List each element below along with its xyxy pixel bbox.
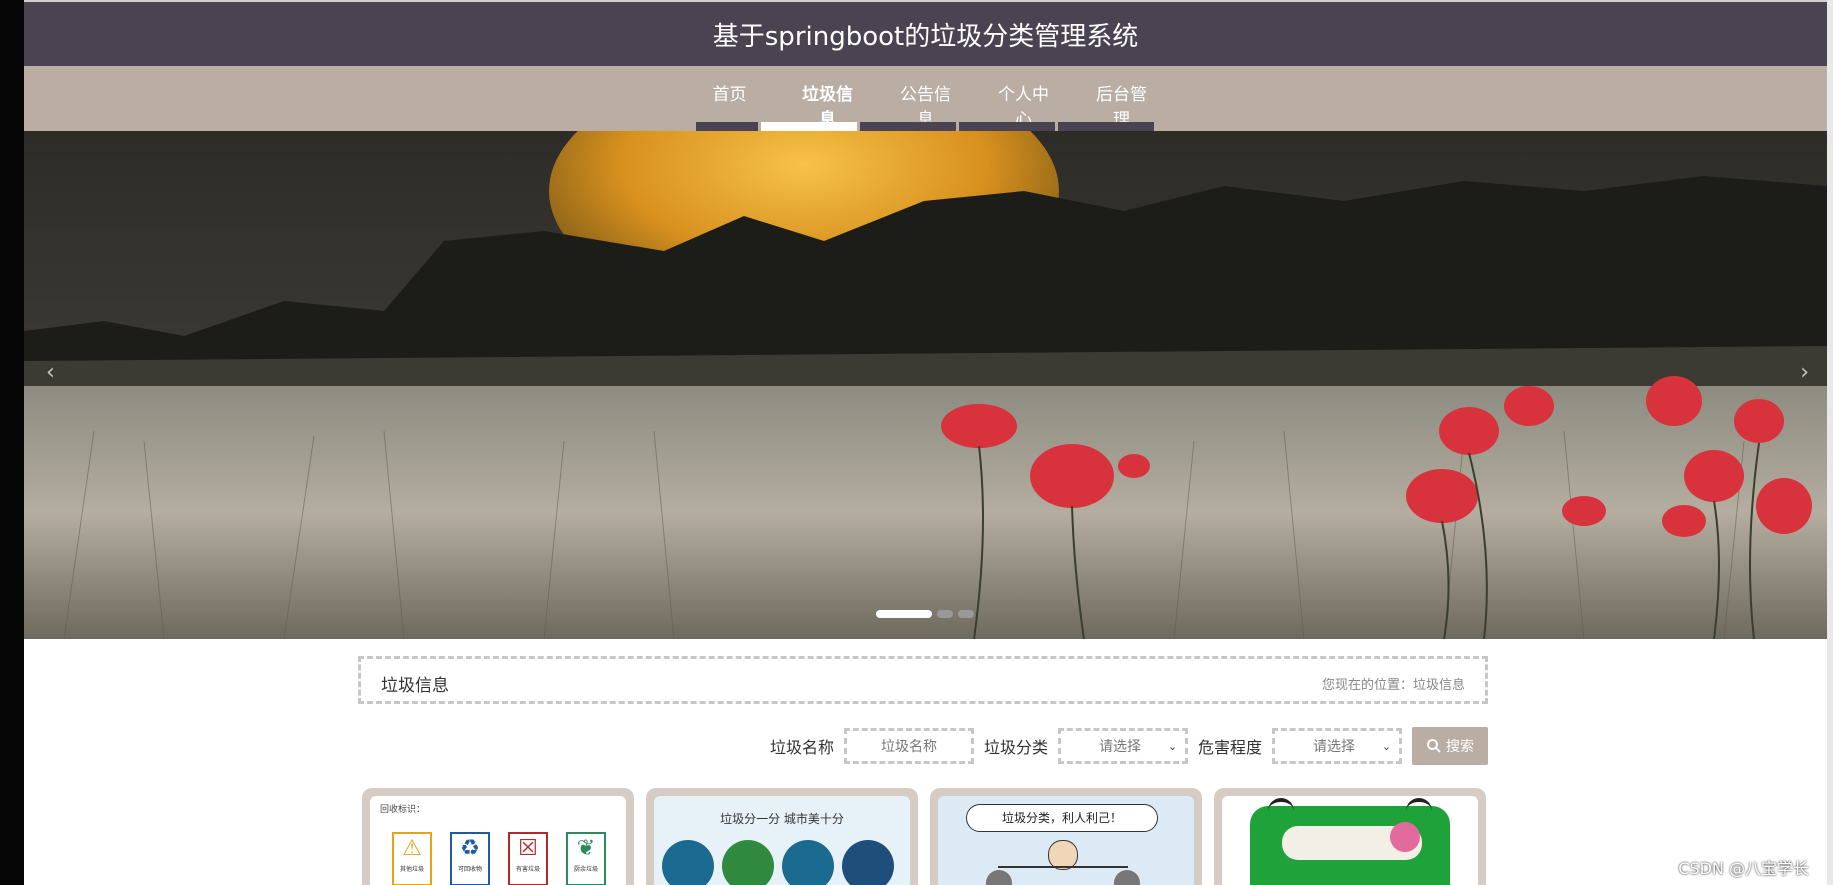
garbage-card[interactable] (1214, 788, 1486, 885)
name-input[interactable]: 垃圾名称 (844, 728, 975, 764)
chevron-down-icon: ⌄ (1381, 739, 1392, 753)
carousel-dot-3[interactable] (958, 610, 974, 618)
garbage-card-list: 回收标识： ⚠ 其他垃圾 ♻ 可回收物 ☒ 有害垃圾 ❦ 厨余垃圾 垃圾分一分 … (362, 788, 1486, 885)
recycle-sign-recyclable: ♻ 可回收物 (450, 832, 490, 885)
recycle-sign-other: ⚠ 其他垃圾 (392, 832, 432, 885)
garbage-card[interactable]: 垃圾分类，利人利己！ (930, 788, 1202, 885)
name-label: 垃圾名称 (770, 738, 835, 757)
recycle-sign-hazardous: ☒ 有害垃圾 (508, 832, 548, 885)
garbage-card-image: 回收标识： ⚠ 其他垃圾 ♻ 可回收物 ☒ 有害垃圾 ❦ 厨余垃圾 (370, 796, 626, 885)
page-title: 垃圾信息 (381, 676, 449, 696)
carousel[interactable] (24, 131, 1827, 639)
garbage-card-image: 垃圾分一分 城市美十分 (654, 796, 910, 885)
scrollbar[interactable] (1827, 0, 1833, 885)
breadcrumb: 您现在的位置：垃圾信息 (1321, 678, 1465, 693)
breadcrumb-bar: 垃圾信息 您现在的位置：垃圾信息 (358, 656, 1488, 704)
garbage-card[interactable]: 垃圾分一分 城市美十分 (646, 788, 918, 885)
carousel-prev-arrow[interactable]: ‹ (46, 360, 55, 385)
carousel-image (24, 131, 1827, 639)
search-button-label: 搜索 (1446, 739, 1475, 755)
card-slogan: 垃圾分一分 城市美十分 (720, 812, 844, 826)
category-label: 垃圾分类 (984, 738, 1049, 757)
garbage-card[interactable]: 回收标识： ⚠ 其他垃圾 ♻ 可回收物 ☒ 有害垃圾 ❦ 厨余垃圾 (362, 788, 634, 885)
garbage-card-image: 垃圾分类，利人利己！ (938, 796, 1194, 885)
watermark: CSDN @八宝学长 (1678, 859, 1809, 878)
nav-indicator-home (696, 122, 758, 131)
recycle-sign-kitchen: ❦ 厨余垃圾 (566, 832, 606, 885)
carousel-next-arrow[interactable]: › (1800, 360, 1809, 385)
hazard-select[interactable]: 请选择 ⌄ (1272, 728, 1403, 764)
page: 基于springboot的垃圾分类管理系统 首页 垃圾信息 公告信息 个人中心 … (24, 0, 1827, 885)
nav-indicator (696, 122, 1154, 131)
site-title: 基于springboot的垃圾分类管理系统 (712, 22, 1139, 52)
hazard-select-value: 请选择 (1313, 739, 1356, 755)
card-slogan: 垃圾分类，利人利己！ (966, 804, 1158, 832)
hazard-label: 危害程度 (1198, 738, 1263, 757)
category-select-value: 请选择 (1099, 739, 1142, 755)
carousel-dot-1[interactable] (876, 610, 932, 618)
search-button[interactable]: 搜索 (1412, 727, 1489, 765)
garbage-card-image (1222, 796, 1478, 885)
search-icon (1427, 739, 1441, 753)
nav-indicator-personal-center (959, 122, 1055, 131)
search-form: 垃圾名称 垃圾名称 垃圾分类 请选择 ⌄ 危害程度 请选择 ⌄ 搜索 (770, 727, 1489, 765)
carousel-dot-2[interactable] (937, 610, 953, 618)
nav-bar: 首页 垃圾信息 公告信息 个人中心 后台管理 (24, 66, 1827, 131)
carousel-indicators (876, 610, 974, 618)
chevron-down-icon: ⌄ (1167, 739, 1178, 753)
screen-left-edge (0, 0, 24, 885)
nav-indicator-garbage-info (761, 122, 857, 131)
card-heading: 回收标识： (380, 805, 426, 815)
category-select[interactable]: 请选择 ⌄ (1058, 728, 1189, 764)
nav-indicator-admin (1058, 122, 1154, 131)
header-bar: 基于springboot的垃圾分类管理系统 (24, 0, 1827, 66)
nav-indicator-announcements (860, 122, 956, 131)
